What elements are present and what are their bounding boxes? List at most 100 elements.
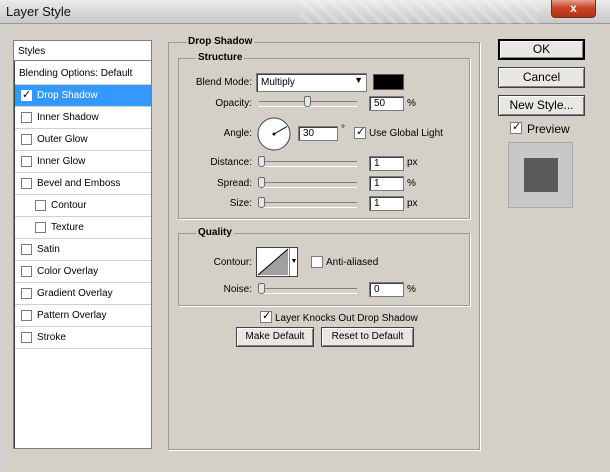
style-item-checkbox[interactable]	[35, 222, 46, 233]
angle-input[interactable]: 30	[298, 126, 338, 141]
spread-slider[interactable]	[258, 177, 357, 188]
style-item-checkbox[interactable]	[21, 310, 32, 321]
distance-slider-thumb[interactable]	[258, 156, 265, 167]
style-item-checkbox[interactable]	[35, 200, 46, 211]
contour-label: Contour:	[213, 257, 252, 268]
use-global-light-checkbox[interactable]	[354, 125, 366, 139]
ok-button[interactable]: OK	[498, 39, 585, 60]
preview-label: Preview	[527, 122, 570, 136]
style-item-label: Color Overlay	[37, 266, 99, 277]
anti-aliased-checkbox[interactable]	[311, 256, 323, 268]
style-item-label: Inner Shadow	[37, 112, 99, 123]
make-default-button[interactable]: Make Default	[236, 327, 314, 347]
chevron-down-icon[interactable]: ▼	[289, 248, 298, 276]
contour-picker[interactable]: ▼	[256, 247, 298, 277]
angle-label: Angle:	[223, 128, 252, 139]
distance-label: Distance:	[210, 157, 252, 168]
style-item-checkbox[interactable]	[21, 88, 32, 101]
style-item-label: Blending Options: Default	[19, 68, 133, 79]
new-style-button[interactable]: New Style...	[498, 95, 585, 116]
size-slider[interactable]	[258, 197, 357, 208]
styles-header[interactable]: Styles	[14, 41, 151, 61]
style-item-blending-options-default[interactable]: Blending Options: Default	[15, 63, 151, 85]
angle-dial[interactable]	[256, 116, 292, 152]
spread-input[interactable]: 1	[369, 176, 404, 191]
blend-mode-select[interactable]: Multiply ▼	[256, 73, 367, 92]
chevron-down-icon: ▼	[354, 75, 363, 85]
blend-mode-label: Blend Mode:	[195, 77, 252, 88]
style-item-satin[interactable]: Satin	[15, 239, 151, 261]
style-item-checkbox[interactable]	[21, 332, 32, 343]
style-item-inner-shadow[interactable]: Inner Shadow	[15, 107, 151, 129]
style-item-checkbox[interactable]	[21, 178, 32, 189]
style-item-pattern-overlay[interactable]: Pattern Overlay	[15, 305, 151, 327]
size-label: Size:	[229, 198, 252, 209]
opacity-input[interactable]: 50	[369, 96, 404, 111]
close-button[interactable]: x	[551, 0, 596, 18]
drop-shadow-title: Drop Shadow	[186, 36, 255, 47]
style-item-inner-glow[interactable]: Inner Glow	[15, 151, 151, 173]
cancel-button[interactable]: Cancel	[498, 67, 585, 88]
styles-list: Styles Blending Options: Default Drop Sha…	[13, 40, 152, 449]
angle-unit: °	[341, 124, 345, 135]
opacity-unit: %	[407, 98, 416, 109]
size-input[interactable]: 1	[369, 196, 404, 211]
style-item-contour[interactable]: Contour	[15, 195, 151, 217]
spread-label: Spread:	[216, 178, 252, 189]
shadow-color-swatch[interactable]	[373, 74, 404, 90]
style-item-label: Pattern Overlay	[37, 310, 107, 321]
blend-mode-value: Multiply	[261, 77, 295, 88]
structure-title: Structure	[196, 52, 245, 63]
preview-swatch	[524, 158, 558, 192]
style-item-label: Outer Glow	[37, 134, 88, 145]
style-item-checkbox[interactable]	[21, 288, 32, 299]
opacity-slider-thumb[interactable]	[304, 96, 311, 107]
distance-slider[interactable]	[258, 156, 357, 167]
style-item-label: Inner Glow	[37, 156, 86, 167]
size-slider-thumb[interactable]	[258, 197, 265, 208]
style-item-gradient-overlay[interactable]: Gradient Overlay	[15, 283, 151, 305]
layer-knocks-out-checkbox[interactable]	[260, 309, 272, 323]
distance-input[interactable]: 1	[369, 156, 404, 171]
title-bar: Layer Style x	[0, 0, 610, 24]
style-item-drop-shadow[interactable]: Drop Shadow	[15, 85, 151, 107]
quality-title: Quality	[196, 227, 234, 238]
preview-thumbnail	[508, 142, 573, 208]
style-item-label: Drop Shadow	[37, 90, 98, 101]
style-item-checkbox[interactable]	[21, 244, 32, 255]
style-item-label: Satin	[37, 244, 60, 255]
anti-aliased-label: Anti-aliased	[326, 257, 379, 268]
spread-unit: %	[407, 178, 416, 189]
style-item-checkbox[interactable]	[21, 134, 32, 145]
style-item-label: Contour	[51, 200, 87, 211]
style-item-stroke[interactable]: Stroke	[15, 327, 151, 349]
style-item-bevel-and-emboss[interactable]: Bevel and Emboss	[15, 173, 151, 195]
distance-unit: px	[407, 157, 418, 168]
style-item-checkbox[interactable]	[21, 112, 32, 123]
size-unit: px	[407, 198, 418, 209]
window-title: Layer Style	[6, 4, 72, 19]
noise-input[interactable]: 0	[369, 282, 404, 297]
style-item-color-overlay[interactable]: Color Overlay	[15, 261, 151, 283]
style-item-texture[interactable]: Texture	[15, 217, 151, 239]
spread-slider-thumb[interactable]	[258, 177, 265, 188]
style-item-checkbox[interactable]	[21, 156, 32, 167]
title-bar-pattern	[300, 0, 540, 24]
style-item-checkbox[interactable]	[21, 266, 32, 277]
quality-group	[178, 233, 470, 306]
style-item-label: Gradient Overlay	[37, 288, 113, 299]
noise-label: Noise:	[223, 284, 252, 295]
layer-knocks-out-label: Layer Knocks Out Drop Shadow	[275, 313, 418, 324]
style-item-label: Bevel and Emboss	[37, 178, 121, 189]
contour-preview-icon	[257, 248, 289, 276]
opacity-slider[interactable]	[259, 96, 357, 107]
noise-slider[interactable]	[258, 283, 357, 294]
style-item-outer-glow[interactable]: Outer Glow	[15, 129, 151, 151]
noise-unit: %	[407, 284, 416, 295]
preview-checkbox[interactable]	[510, 120, 522, 134]
style-item-label: Texture	[51, 222, 84, 233]
reset-to-default-button[interactable]: Reset to Default	[321, 327, 414, 347]
opacity-label: Opacity:	[215, 98, 252, 109]
noise-slider-thumb[interactable]	[258, 283, 265, 294]
style-item-label: Stroke	[37, 332, 66, 343]
